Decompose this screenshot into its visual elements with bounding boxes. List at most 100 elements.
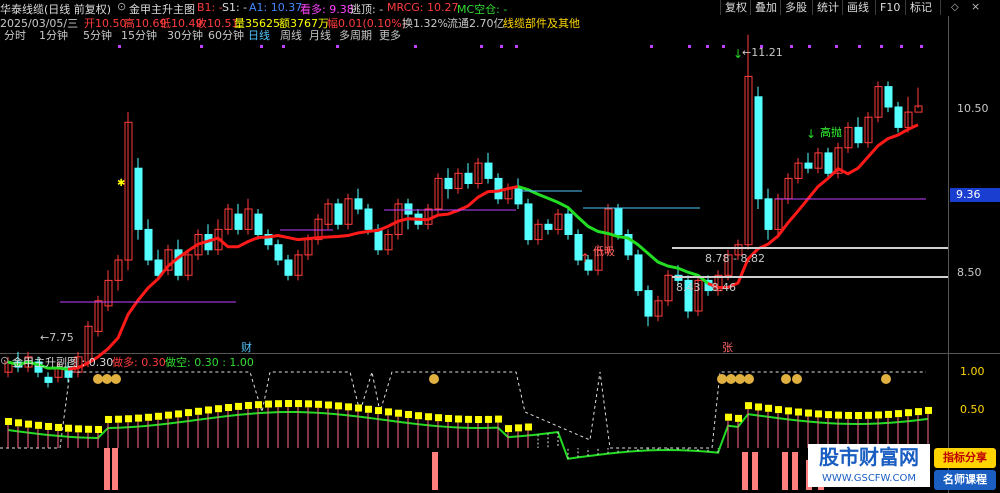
money-bag-icon xyxy=(881,374,891,384)
candle-body xyxy=(144,228,153,261)
period-tab[interactable]: 更多 xyxy=(379,28,401,42)
candle-body xyxy=(334,203,343,225)
period-tab[interactable]: 日线 xyxy=(248,28,270,42)
period-tab[interactable]: 60分钟 xyxy=(208,28,244,42)
signal-dot xyxy=(790,45,793,48)
sub-yellow-block xyxy=(175,410,182,418)
candle-body xyxy=(404,203,413,215)
candle-body xyxy=(484,162,493,179)
sub-salmon-bar xyxy=(112,448,118,490)
sub-yellow-block xyxy=(885,410,892,418)
sub-yellow-block xyxy=(855,411,862,419)
sub-tick-1: 1.00 xyxy=(960,365,985,378)
sub-yellow-block xyxy=(485,415,492,423)
period-tab[interactable]: 周线 xyxy=(280,28,302,42)
sub-yellow-block xyxy=(495,415,502,423)
sub-yellow-block xyxy=(925,406,932,414)
sub-yellow-block xyxy=(215,405,222,413)
sub-yellow-block xyxy=(165,411,172,419)
sub-yellow-block xyxy=(815,410,822,418)
signal-dot xyxy=(920,45,923,48)
signal-dot xyxy=(858,45,861,48)
watermark-tag-share: 指标分享 xyxy=(934,448,996,468)
signal-dot xyxy=(900,45,903,48)
sub-yellow-block xyxy=(465,415,472,423)
period-tab[interactable]: 月线 xyxy=(309,28,331,42)
signal-dot xyxy=(650,45,653,48)
candle-body xyxy=(354,198,363,210)
sub-yellow-block xyxy=(65,424,72,432)
money-bag-icon xyxy=(93,374,103,384)
watermark-url: WWW.GSCFW.COM xyxy=(808,471,930,487)
rise-tag[interactable]: 张 xyxy=(722,339,733,355)
period-tab[interactable]: 5分钟 xyxy=(83,28,112,42)
price-tick-high: 10.50 xyxy=(957,102,989,115)
candle-body xyxy=(254,213,263,236)
sub-yellow-block xyxy=(45,422,52,430)
sub-salmon-bar xyxy=(742,452,748,490)
sub-indicator-name[interactable]: 金甲主升副图 : 0.30 xyxy=(12,354,113,370)
sub-yellow-block xyxy=(205,406,212,414)
signal-dot xyxy=(500,45,503,48)
sub-yellow-block xyxy=(355,404,362,412)
sub-pane-header: ⊙ 金甲主升副图 : 0.30 做多: 0.30 做空: 0.30 : 1.00 xyxy=(0,354,400,370)
sub-yellow-block xyxy=(255,401,262,409)
finance-tag[interactable]: 财 xyxy=(241,339,252,355)
sub-yellow-block xyxy=(325,401,332,409)
sub-yellow-block xyxy=(445,414,452,422)
buy-marker-icon: ✱ xyxy=(117,178,125,189)
sub-yellow-block xyxy=(375,407,382,415)
price-tick-low: 8.50 xyxy=(957,266,982,279)
sub-yellow-block xyxy=(365,405,372,413)
sub-yellow-block xyxy=(735,414,742,422)
down-arrow-icon: ↑ xyxy=(580,251,590,265)
period-tab[interactable]: 30分钟 xyxy=(167,28,203,42)
low-price-value: 7.75 xyxy=(49,331,74,344)
kline-chart[interactable]: 分时 1分钟 5分钟 15分钟 30分钟 60分钟 日线 周线 月线 多周期 更多✱↑↓↓ xyxy=(0,0,1000,493)
period-tab[interactable]: 1分钟 xyxy=(39,28,68,42)
candle-body xyxy=(134,167,143,230)
signal-dot xyxy=(722,45,725,48)
sub-yellow-block xyxy=(785,407,792,415)
sub-salmon-bar xyxy=(432,452,438,490)
sub-yellow-block xyxy=(405,410,412,418)
sub-dropdown-icon[interactable]: ⊙ xyxy=(0,354,9,367)
period-tab[interactable]: 分时 xyxy=(4,29,26,42)
sub-tick-05: 0.50 xyxy=(960,403,985,416)
sub-yellow-block xyxy=(915,408,922,416)
sub-yellow-block xyxy=(145,413,152,421)
sub-yellow-block xyxy=(515,424,522,432)
period-tab[interactable]: 多周期 xyxy=(339,28,372,42)
signal-dot xyxy=(118,45,121,48)
sub-yellow-block xyxy=(385,408,392,416)
period-tab[interactable]: 15分钟 xyxy=(121,28,157,42)
sub-yellow-block xyxy=(55,423,62,431)
sub-yellow-block xyxy=(195,407,202,415)
money-bag-icon xyxy=(744,374,754,384)
low-price-arrow-icon: ← xyxy=(40,331,50,344)
sub-yellow-block xyxy=(415,412,422,420)
sub-yellow-block xyxy=(95,425,102,433)
sub-yellow-block xyxy=(15,419,22,427)
sub-yellow-block xyxy=(305,400,312,408)
watermark-title: 股市财富网 xyxy=(808,444,930,471)
high-sell-signal: 高抛 xyxy=(820,126,842,139)
signal-dot xyxy=(515,45,518,48)
candle-body xyxy=(894,106,903,128)
sub-yellow-block xyxy=(75,425,82,433)
sub-yellow-block xyxy=(755,403,762,411)
money-bag-icon xyxy=(735,374,745,384)
signal-dot xyxy=(414,45,417,48)
candle-body xyxy=(614,208,623,235)
current-price-tag: 9.36 xyxy=(950,188,1000,202)
ma-green-segment xyxy=(517,185,709,285)
candle-body xyxy=(464,172,473,185)
sub-yellow-block xyxy=(335,402,342,410)
candle-body xyxy=(544,223,553,230)
high-price-arrow-icon: ← xyxy=(742,46,752,59)
sub-yellow-block xyxy=(905,409,912,417)
sub-yellow-block xyxy=(765,404,772,412)
signal-dot xyxy=(336,45,339,48)
sub-yellow-block xyxy=(285,400,292,408)
signal-dot xyxy=(260,45,263,48)
